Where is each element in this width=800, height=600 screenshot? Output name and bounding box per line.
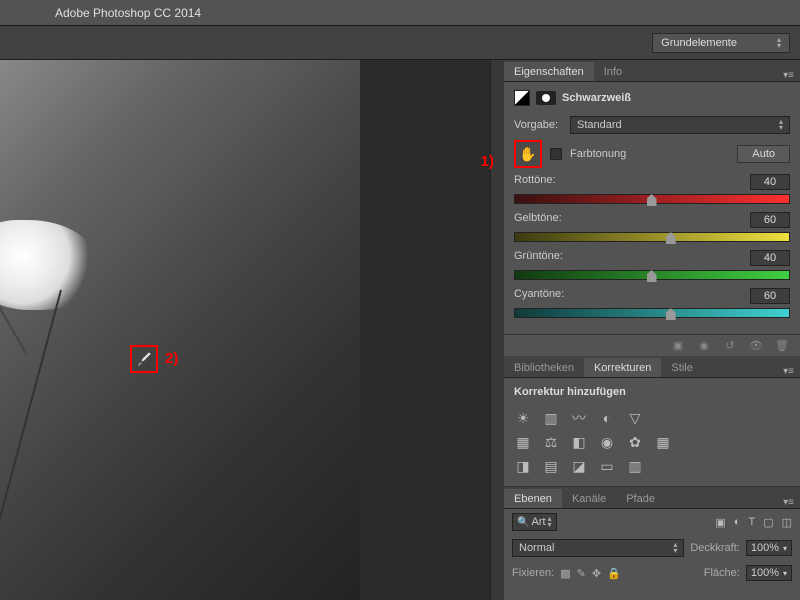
yellows-value[interactable]: 60 <box>750 212 790 228</box>
reds-value[interactable]: 40 <box>750 174 790 190</box>
reset-icon[interactable]: ↺ <box>722 339 738 352</box>
chevron-updown-icon <box>548 516 552 528</box>
tab-layers[interactable]: Ebenen <box>504 489 562 508</box>
clip-to-layer-icon[interactable]: ▣ <box>670 339 686 352</box>
lock-image-icon[interactable]: ✎ <box>577 567 586 580</box>
lock-transparency-icon[interactable]: ▩ <box>560 567 570 580</box>
title-bar: Adobe Photoshop CC 2014 <box>0 0 800 26</box>
lock-position-icon[interactable]: ✥ <box>592 567 601 580</box>
posterize-icon[interactable]: ▤ <box>542 458 560 474</box>
lock-all-icon[interactable]: 🔒 <box>607 567 621 580</box>
filter-smart-icon[interactable]: ◫ <box>782 516 792 529</box>
filter-pixel-icon[interactable]: ▣ <box>715 516 725 529</box>
properties-tabs: Eigenschaften Info ▾≡ <box>504 60 800 82</box>
hand-scrub-icon: ✋ <box>519 146 536 163</box>
exposure-icon[interactable]: ◐ <box>598 410 616 426</box>
add-adjustment-label: Korrektur hinzufügen <box>514 386 790 398</box>
adjustments-panel: Korrektur hinzufügen ☀ ▥ 〰 ◐ ▽ ▦ ⚖ ◧ ◉ ✿… <box>504 378 800 486</box>
filter-shape-icon[interactable]: ▢ <box>763 516 773 529</box>
filter-adjustment-icon[interactable]: ◐ <box>734 516 741 529</box>
tint-checkbox[interactable] <box>550 148 562 160</box>
tab-corrections[interactable]: Korrekturen <box>584 358 661 377</box>
fill-label: Fläche: <box>704 567 740 579</box>
reds-slider[interactable] <box>514 194 790 204</box>
panel-menu-icon[interactable]: ▾≡ <box>783 70 800 81</box>
chevron-updown-icon <box>779 119 783 131</box>
eyedropper-icon <box>136 351 152 367</box>
fill-input[interactable]: 100%▾ <box>746 565 792 581</box>
selective-color-icon[interactable]: ▥ <box>626 458 644 474</box>
tab-properties[interactable]: Eigenschaften <box>504 62 594 81</box>
cyans-slider[interactable] <box>514 308 790 318</box>
tab-info[interactable]: Info <box>594 62 632 81</box>
app-title: Adobe Photoshop CC 2014 <box>55 6 201 20</box>
opacity-input[interactable]: 100%▾ <box>746 540 792 556</box>
photo-filter-icon[interactable]: ◉ <box>598 434 616 450</box>
curves-icon[interactable]: 〰 <box>570 410 588 426</box>
hue-sat-icon[interactable]: ▦ <box>514 434 532 450</box>
greens-label: Grüntöne: <box>514 250 563 266</box>
bw-icon[interactable]: ◧ <box>570 434 588 450</box>
chevron-updown-icon <box>777 37 781 49</box>
visibility-icon[interactable]: 👁 <box>748 339 764 352</box>
blend-mode-dropdown[interactable]: Normal <box>512 539 684 557</box>
adjustments-tabs: Bibliotheken Korrekturen Stile ▾≡ <box>504 356 800 378</box>
trash-icon[interactable]: 🗑 <box>774 339 790 352</box>
cyans-value[interactable]: 60 <box>750 288 790 304</box>
opacity-label: Deckkraft: <box>690 542 740 554</box>
greens-slider[interactable] <box>514 270 790 280</box>
color-balance-icon[interactable]: ⚖ <box>542 434 560 450</box>
targeted-adjustment-tool[interactable]: ✋ <box>514 140 542 168</box>
properties-panel: Schwarzweiß Vorgabe: Standard ✋ Farbtonu… <box>504 82 800 334</box>
yellows-label: Gelbtöne: <box>514 212 562 228</box>
panel-menu-icon[interactable]: ▾≡ <box>783 497 800 508</box>
tab-libraries[interactable]: Bibliotheken <box>504 358 584 377</box>
canvas-scrollbar[interactable] <box>490 60 504 600</box>
tab-paths[interactable]: Pfade <box>616 489 665 508</box>
greens-value[interactable]: 40 <box>750 250 790 266</box>
document-canvas[interactable]: 2) <box>0 60 490 600</box>
view-previous-icon[interactable]: ◉ <box>696 339 712 352</box>
levels-icon[interactable]: ▥ <box>542 410 560 426</box>
gradient-map-icon[interactable]: ▭ <box>598 458 616 474</box>
annotation-2: 2) <box>165 350 178 367</box>
properties-footer: ▣ ◉ ↺ 👁 🗑 <box>504 334 800 356</box>
chevron-updown-icon <box>673 542 677 554</box>
layers-tabs: Ebenen Kanäle Pfade ▾≡ <box>504 487 800 509</box>
cyans-label: Cyantöne: <box>514 288 564 304</box>
auto-button[interactable]: Auto <box>737 145 790 163</box>
tab-styles[interactable]: Stile <box>661 358 702 377</box>
lock-label: Fixieren: <box>512 567 554 579</box>
bw-adjustment-icon <box>514 90 530 106</box>
vibrance-icon[interactable]: ▽ <box>626 410 644 426</box>
reds-label: Rottöne: <box>514 174 556 190</box>
image-content <box>0 60 360 600</box>
tint-label: Farbtonung <box>570 148 626 160</box>
layer-filter-row: 🔍 Art ▣ ◐ T ▢ ◫ <box>504 509 800 535</box>
annotation-1: 1) <box>481 153 494 170</box>
targeted-adjustment-cursor[interactable] <box>130 345 158 373</box>
filter-type-icon[interactable]: T <box>748 516 755 529</box>
preset-label: Vorgabe: <box>514 119 562 131</box>
yellows-slider[interactable] <box>514 232 790 242</box>
workspace-dropdown[interactable]: Grundelemente <box>652 33 790 53</box>
color-lookup-icon[interactable]: ▦ <box>654 434 672 450</box>
tab-channels[interactable]: Kanäle <box>562 489 616 508</box>
mask-icon[interactable] <box>536 91 556 105</box>
options-bar: Grundelemente <box>0 26 800 60</box>
threshold-icon[interactable]: ◪ <box>570 458 588 474</box>
preset-dropdown[interactable]: Standard <box>570 116 790 134</box>
brightness-icon[interactable]: ☀ <box>514 410 532 426</box>
workspace-label: Grundelemente <box>661 37 737 49</box>
channel-mixer-icon[interactable]: ✿ <box>626 434 644 450</box>
filter-type-dropdown[interactable]: 🔍 Art <box>512 513 557 531</box>
adjustment-title: Schwarzweiß <box>562 92 631 104</box>
invert-icon[interactable]: ◨ <box>514 458 532 474</box>
panel-menu-icon[interactable]: ▾≡ <box>783 366 800 377</box>
